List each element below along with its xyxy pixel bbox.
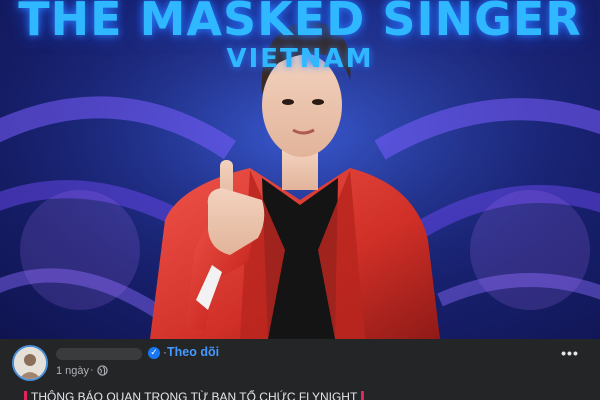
show-title: THE MASKED SINGER	[18, 0, 582, 46]
follow-button[interactable]: Theo dõi	[167, 345, 219, 359]
post-header: ✓ · Theo dõi 1 ngày · ••• THÔNG BÁO QUAN…	[0, 339, 600, 400]
post-photo[interactable]: THE MASKED SINGER VIETNAM	[0, 0, 600, 339]
post-text-line: THÔNG BÁO QUAN TRỌNG TỪ BAN TỔ CHỨC FLYN…	[20, 390, 368, 400]
red-exclamation-icon	[24, 391, 27, 400]
screenshot: THE MASKED SINGER VIETNAM ✓ · Theo dõi 1…	[0, 0, 600, 400]
avatar[interactable]	[12, 345, 48, 381]
verified-check-icon: ✓	[148, 347, 160, 359]
time-separator: ·	[90, 364, 94, 376]
show-subtitle: VIETNAM	[226, 44, 374, 74]
globe-icon	[97, 365, 108, 376]
post-time[interactable]: 1 ngày	[56, 365, 89, 377]
author-name[interactable]	[56, 348, 142, 360]
more-options-button[interactable]: •••	[560, 346, 580, 365]
post-text: THÔNG BÁO QUAN TRỌNG TỪ BAN TỔ CHỨC FLYN…	[31, 390, 358, 400]
avatar-image	[14, 347, 46, 379]
red-exclamation-icon	[361, 391, 365, 400]
